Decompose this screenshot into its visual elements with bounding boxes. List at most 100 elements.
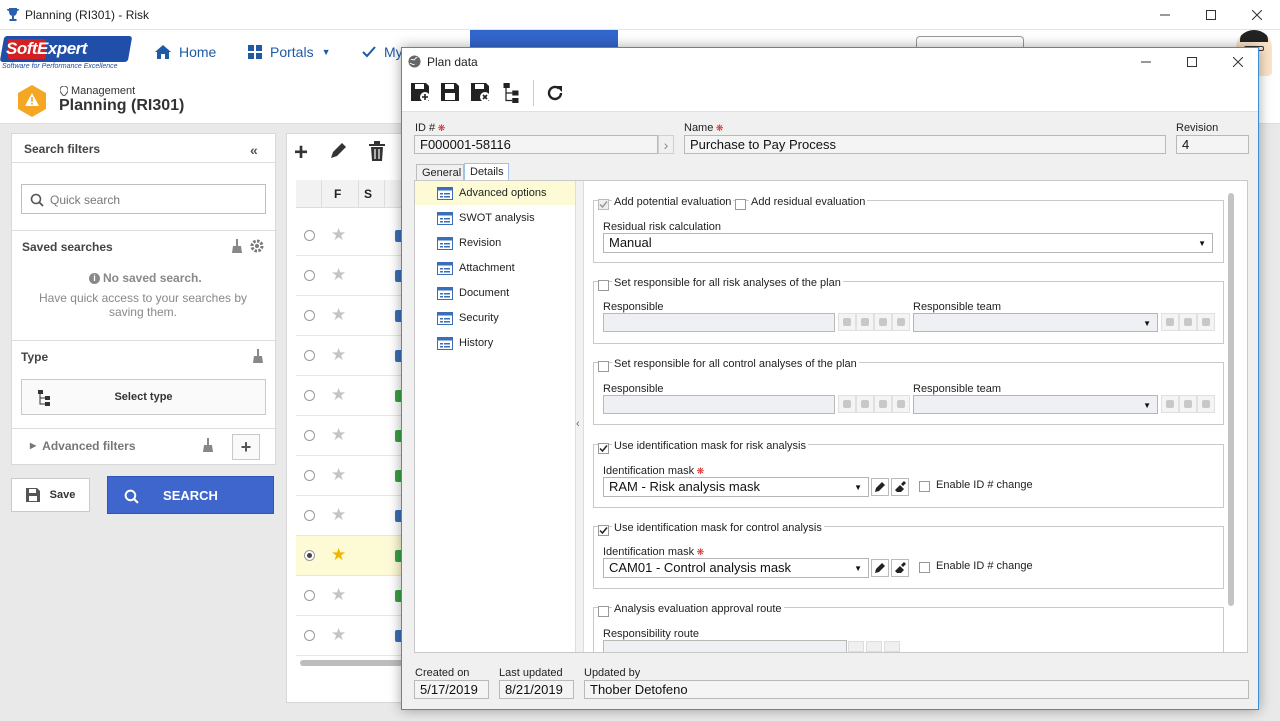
edit-mask-button[interactable]	[871, 559, 889, 577]
favorite-star-icon[interactable]: ★	[331, 545, 346, 565]
gear-icon[interactable]	[250, 239, 264, 253]
use-mask-risk-checkbox[interactable]	[598, 443, 609, 454]
table-row[interactable]: ★	[296, 576, 406, 616]
tree-item[interactable]: Advanced options	[415, 181, 575, 205]
row-radio[interactable]	[304, 630, 315, 641]
advanced-filters-toggle[interactable]: ▶ Advanced filters	[30, 439, 136, 453]
add-icon[interactable]	[1161, 395, 1179, 413]
responsible-team-control-select[interactable]: ▼	[913, 395, 1158, 414]
row-radio[interactable]	[304, 590, 315, 601]
nav-portals[interactable]: Portals ▼	[248, 44, 331, 60]
broom-icon[interactable]	[252, 349, 264, 363]
clear-mask-button[interactable]	[891, 478, 909, 496]
row-radio[interactable]	[304, 350, 315, 361]
broom-icon[interactable]	[202, 438, 214, 452]
add-icon[interactable]: +	[294, 141, 308, 165]
table-row[interactable]: ★	[296, 376, 406, 416]
search-button[interactable]: SEARCH	[107, 476, 274, 514]
favorite-star-icon[interactable]: ★	[331, 465, 346, 485]
set-resp-control-checkbox[interactable]	[598, 361, 609, 372]
row-radio[interactable]	[304, 390, 315, 401]
tree-item[interactable]: History	[415, 331, 575, 355]
tree-item[interactable]: Document	[415, 281, 575, 305]
grid-hscroll[interactable]	[300, 660, 404, 666]
favorite-star-icon[interactable]: ★	[331, 585, 346, 605]
edit-mask-button[interactable]	[871, 478, 889, 496]
tree-item[interactable]: Security	[415, 306, 575, 330]
splitter-arrow-icon[interactable]: ‹	[576, 418, 580, 430]
favorite-star-icon[interactable]: ★	[331, 625, 346, 645]
table-row[interactable]: ★	[296, 336, 406, 376]
favorite-star-icon[interactable]: ★	[331, 345, 346, 365]
tab-general[interactable]: General	[416, 164, 464, 181]
row-radio[interactable]	[304, 310, 315, 321]
minimize-button[interactable]	[1142, 0, 1188, 30]
broom-icon[interactable]	[231, 239, 243, 253]
favorite-star-icon[interactable]: ★	[331, 265, 346, 285]
save-button[interactable]	[439, 81, 463, 105]
responsibility-route-field[interactable]	[603, 640, 847, 652]
add-residual-checkbox[interactable]	[735, 199, 746, 210]
add-icon[interactable]	[856, 313, 874, 331]
add-potential-checkbox[interactable]	[598, 199, 609, 210]
eraser-icon[interactable]	[892, 395, 910, 413]
row-radio[interactable]	[304, 470, 315, 481]
team-icon[interactable]	[1179, 313, 1197, 331]
set-resp-risk-checkbox[interactable]	[598, 280, 609, 291]
nav-home[interactable]: Home	[155, 44, 216, 60]
active-tab-indicator[interactable]	[470, 30, 618, 48]
row-radio[interactable]	[304, 510, 315, 521]
dialog-close-button[interactable]	[1215, 48, 1261, 76]
residual-calc-select[interactable]: Manual ▼	[603, 233, 1213, 253]
eraser-icon[interactable]	[892, 313, 910, 331]
table-row[interactable]: ★	[296, 616, 406, 656]
save-close-button[interactable]	[469, 81, 493, 105]
maximize-button[interactable]	[1188, 0, 1234, 30]
eraser-icon[interactable]	[1197, 313, 1215, 331]
refresh-button[interactable]	[543, 81, 567, 105]
select-type-button[interactable]: Select type	[21, 379, 266, 415]
dialog-maximize-button[interactable]	[1169, 48, 1215, 76]
details-vertical-scrollbar[interactable]	[1228, 193, 1234, 606]
favorite-star-icon[interactable]: ★	[331, 385, 346, 405]
tree-item[interactable]: SWOT analysis	[415, 206, 575, 230]
user-icon[interactable]	[874, 313, 892, 331]
favorite-star-icon[interactable]: ★	[331, 425, 346, 445]
add-icon[interactable]	[856, 395, 874, 413]
responsible-risk-field[interactable]	[603, 313, 835, 332]
tree-item[interactable]: Revision	[415, 231, 575, 255]
structure-button[interactable]	[499, 81, 523, 105]
save-search-button[interactable]: Save	[11, 478, 90, 512]
dialog-minimize-button[interactable]	[1123, 48, 1169, 76]
table-row[interactable]: ★	[296, 496, 406, 536]
collapse-panel-icon[interactable]: «	[250, 142, 258, 158]
id-field[interactable]: F000001-58116	[414, 135, 658, 154]
favorite-star-icon[interactable]: ★	[331, 505, 346, 525]
save-new-button[interactable]	[409, 81, 433, 105]
table-row[interactable]: ★	[296, 296, 406, 336]
quick-search-input[interactable]: Quick search	[21, 184, 266, 214]
tree-item[interactable]: Attachment	[415, 256, 575, 280]
user-icon[interactable]	[874, 395, 892, 413]
control-mask-select[interactable]: CAM01 - Control analysis mask ▼	[603, 558, 869, 578]
row-radio[interactable]	[304, 230, 315, 241]
approval-route-checkbox[interactable]	[598, 606, 609, 617]
favorite-star-icon[interactable]: ★	[331, 225, 346, 245]
splitter[interactable]	[575, 181, 584, 652]
close-button[interactable]	[1234, 0, 1280, 30]
name-field[interactable]: Purchase to Pay Process	[684, 135, 1166, 154]
team-icon[interactable]	[1179, 395, 1197, 413]
id-next-arrow-icon[interactable]: ›	[658, 135, 674, 154]
search-icon[interactable]	[838, 313, 856, 331]
table-row[interactable]: ★	[296, 416, 406, 456]
revision-field[interactable]: 4	[1176, 135, 1249, 154]
row-radio[interactable]	[304, 550, 315, 561]
responsible-team-risk-select[interactable]: ▼	[913, 313, 1158, 332]
edit-pencil-icon[interactable]	[328, 141, 348, 161]
add-filter-button[interactable]: +	[232, 434, 260, 460]
row-radio[interactable]	[304, 270, 315, 281]
enable-id-change-risk-checkbox[interactable]	[919, 481, 930, 492]
table-row[interactable]: ★	[296, 216, 406, 256]
table-row[interactable]: ★	[296, 456, 406, 496]
trash-icon[interactable]	[368, 141, 386, 161]
